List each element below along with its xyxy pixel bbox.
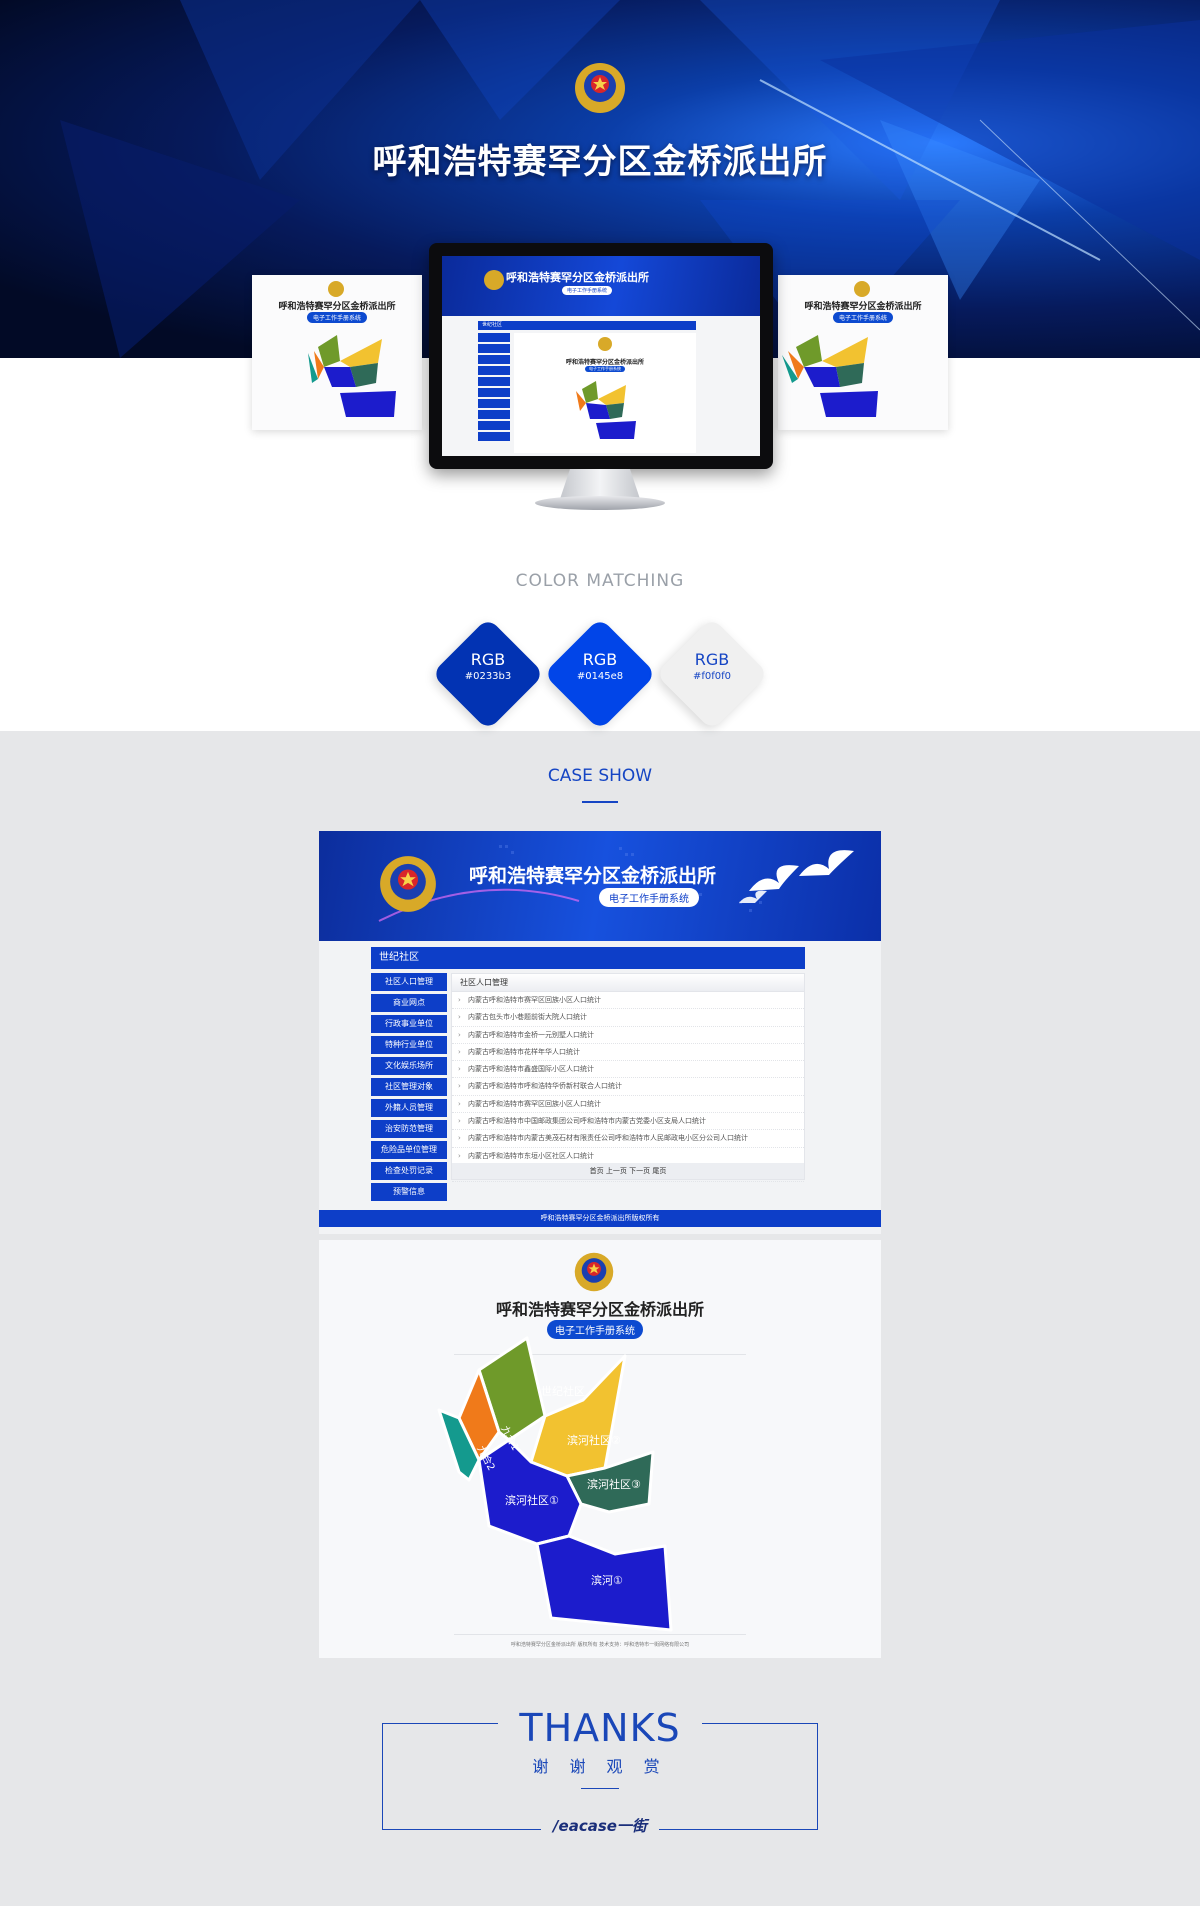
monitor-screen: 呼和浩特赛罕分区金桥派出所 电子工作手册系统 世纪社区 呼和浩特赛罕分区金桥派出… [442, 256, 760, 456]
screen-panel-title: 呼和浩特赛罕分区金桥派出所 [565, 359, 644, 366]
thanks-subtitle: 谢 谢 观 赏 [532, 1757, 668, 1776]
sidebar-item[interactable]: 社区管理对象 [371, 1078, 447, 1096]
side-panel-right: 呼和浩特赛罕分区金桥派出所 电子工作手册系统 [778, 275, 948, 430]
police-emblem-icon [598, 337, 612, 351]
list-item[interactable]: 内蒙古呼和浩特市内蒙古美茂石材有限责任公司呼和浩特市人民邮政电小区分公司人口统计 [452, 1130, 804, 1148]
case-banner-subtitle: 电子工作手册系统 [599, 888, 699, 907]
region-label: 滨河社区① [505, 1493, 559, 1507]
sidebar-item[interactable]: 文化娱乐场所 [371, 1057, 447, 1075]
swatch-rgb-text: RGB [694, 650, 730, 669]
thanks-title: THANKS [519, 1706, 681, 1750]
screen-menu [478, 333, 510, 443]
police-emblem-icon [380, 856, 436, 912]
police-emblem-icon [575, 63, 625, 113]
thanks-divider [581, 1788, 619, 1789]
community-map: 世纪社区 九合1 九合2 滨河社区② 滨河社区③ 滨河社区① 滨河① [437, 1336, 673, 1632]
case-list-page: 呼和浩特赛罕分区金桥派出所 电子工作手册系统 世纪社区 社区人口管理 商业网点 … [319, 831, 881, 1234]
case-banner-title: 呼和浩特赛罕分区金桥派出所 [469, 865, 717, 887]
list-item[interactable]: 内蒙古呼和浩特市呼和浩特华侨新村联合人口统计 [452, 1078, 804, 1096]
sidebar-item[interactable]: 检查处罚记录 [371, 1162, 447, 1180]
doves-icon [739, 850, 854, 903]
case-show-underline [582, 801, 618, 803]
sidebar-item[interactable]: 预警信息 [371, 1183, 447, 1201]
screen-panel-map [576, 381, 636, 439]
region-binhe2 [529, 1354, 627, 1478]
case-footer: 呼和浩特赛罕分区金桥派出所版权所有 [319, 1210, 881, 1227]
record-list: 社区人口管理 内蒙古呼和浩特市赛罕区回族小区人口统计 内蒙古包头市小巷题前街大院… [451, 973, 805, 1183]
page-title: 呼和浩特赛罕分区金桥派出所 [372, 142, 828, 182]
swatch-hex-text: #f0f0f0 [692, 671, 732, 682]
screen-header: 呼和浩特赛罕分区金桥派出所 电子工作手册系统 [442, 256, 760, 316]
screen-breadcrumb: 世纪社区 [478, 321, 696, 330]
divider [454, 1634, 746, 1635]
color-matching-title: COLOR MATCHING [515, 571, 685, 591]
list-item[interactable]: 内蒙古呼和浩特市花样年华人口统计 [452, 1044, 804, 1062]
brand-logo: /eacase一街 [553, 1817, 647, 1835]
police-emblem-icon [484, 270, 504, 290]
section-header-bar: 世纪社区 [371, 947, 805, 969]
list-header: 社区人口管理 [452, 974, 804, 992]
case-map-page: 呼和浩特赛罕分区金桥派出所 电子工作手册系统 世纪社区 九合1 九合2 滨河社区… [319, 1240, 881, 1658]
screen-subtitle: 电子工作手册系统 [562, 286, 613, 295]
list-item[interactable]: 内蒙古呼和浩特市金桥一元别墅人口统计 [452, 1027, 804, 1044]
side-panel-map [782, 335, 878, 417]
case-show-title: CASE SHOW [547, 766, 653, 786]
swatch-light-label: RGB #f0f0f0 [657, 650, 767, 682]
swatch-primary-label: RGB #0233b3 [433, 650, 543, 682]
sidebar-menu: 社区人口管理 商业网点 行政事业单位 特种行业单位 文化娱乐场所 社区管理对象 … [371, 973, 447, 1204]
map-page-copyright: 呼和浩特赛罕分区金桥派出所 版权所有 技术支持：呼和浩特市一街网络有限公司 [510, 1642, 690, 1648]
region-label: 滨河社区② [567, 1433, 621, 1447]
sidebar-item[interactable]: 特种行业单位 [371, 1036, 447, 1054]
list-item[interactable]: 内蒙古呼和浩特市赛罕区回族小区人口统计 [452, 992, 804, 1010]
region-label: 滨河① [591, 1573, 623, 1587]
sidebar-item[interactable]: 行政事业单位 [371, 1015, 447, 1033]
screen-panel: 呼和浩特赛罕分区金桥派出所 电子工作手册系统 [514, 333, 696, 453]
swatch-hex-text: #0145e8 [576, 671, 624, 682]
pagination[interactable]: 首页 上一页 下一页 尾页 [452, 1163, 804, 1179]
sidebar-item[interactable]: 商业网点 [371, 994, 447, 1012]
swatch-accent-label: RGB #0145e8 [545, 650, 655, 682]
swatch-rgb-text: RGB [470, 650, 506, 669]
sidebar-item[interactable]: 危险品单位管理 [371, 1141, 447, 1159]
sidebar-item[interactable]: 治安防范管理 [371, 1120, 447, 1138]
swatch-rgb-text: RGB [582, 650, 618, 669]
list-item[interactable]: 内蒙古包头市小巷题前街大院人口统计 [452, 1009, 804, 1027]
case-banner: 呼和浩特赛罕分区金桥派出所 电子工作手册系统 [319, 831, 881, 941]
monitor-base [535, 496, 665, 510]
monitor-mockup: 呼和浩特赛罕分区金桥派出所 电子工作手册系统 世纪社区 呼和浩特赛罕分区金桥派出… [429, 243, 773, 469]
sidebar-item[interactable]: 社区人口管理 [371, 973, 447, 991]
sidebar-item[interactable]: 外籍人员管理 [371, 1099, 447, 1117]
swatch-hex-text: #0233b3 [464, 671, 512, 682]
list-item[interactable]: 内蒙古呼和浩特市赛罕区回族小区人口统计 [452, 1096, 804, 1114]
screen-title: 呼和浩特赛罕分区金桥派出所 [506, 271, 649, 284]
region-label: 滨河社区③ [587, 1477, 641, 1491]
list-item[interactable]: 内蒙古呼和浩特市中国邮政集团公司呼和浩特市内蒙古党委小区支局人口统计 [452, 1113, 804, 1131]
side-panel-map [308, 335, 396, 417]
side-panel-left: 呼和浩特赛罕分区金桥派出所 电子工作手册系统 [252, 275, 422, 430]
screen-panel-subtitle: 电子工作手册系统 [585, 366, 625, 372]
region-label: 世纪社区 [541, 1384, 585, 1398]
list-item[interactable]: 内蒙古呼和浩特市鑫盛国际小区人口统计 [452, 1061, 804, 1079]
